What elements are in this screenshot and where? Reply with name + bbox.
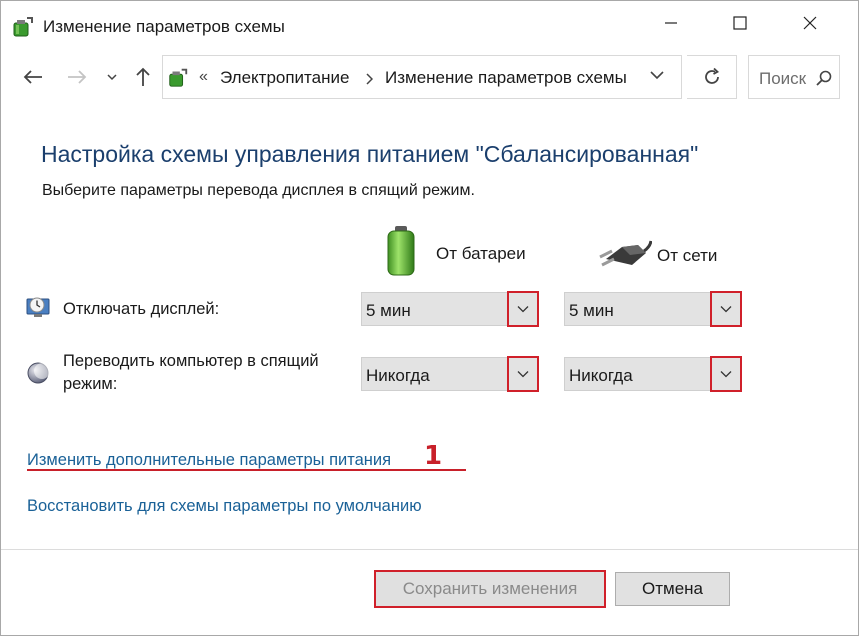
select-value: 5 мин: [569, 301, 614, 320]
select-value: Никогда: [366, 366, 430, 385]
navigation-bar: « Электропитание Изменение параметров сх…: [1, 51, 858, 103]
breadcrumb-item-edit-plan[interactable]: Изменение параметров схемы: [385, 68, 627, 88]
dropdown-button[interactable]: [507, 291, 539, 327]
window-title: Изменение параметров схемы: [43, 17, 285, 36]
power-options-icon: [13, 17, 33, 37]
chevron-down-icon: [517, 306, 529, 313]
chevron-down-icon: [107, 74, 117, 81]
search-icon: [816, 70, 832, 86]
select-value: Никогда: [569, 366, 633, 385]
footer-divider: [1, 549, 858, 550]
maximize-icon: [733, 16, 747, 30]
cancel-button[interactable]: Отмена: [615, 572, 730, 606]
power-plug-icon: [599, 240, 652, 267]
close-icon: [803, 16, 817, 30]
column-header-battery: От батареи: [436, 244, 526, 263]
advanced-settings-link[interactable]: Изменить дополнительные параметры питани…: [27, 451, 391, 470]
arrow-up-icon: [136, 67, 150, 86]
power-options-icon: [169, 68, 188, 87]
sleep-battery-select[interactable]: Никогда: [361, 356, 539, 392]
back-button[interactable]: [21, 63, 45, 91]
chevron-down-icon: [720, 371, 732, 378]
up-button[interactable]: [133, 63, 153, 91]
row-label-sleep: Переводить компьютер в спящий режим:: [63, 350, 319, 396]
recent-locations-button[interactable]: [104, 63, 120, 91]
row-label-display-off: Отключать дисплей:: [63, 300, 220, 318]
maximize-button[interactable]: [710, 1, 770, 45]
address-history-button[interactable]: [649, 68, 669, 88]
search-placeholder: Поиск: [759, 69, 807, 88]
search-box[interactable]: Поиск: [748, 55, 840, 99]
display-off-ac-select[interactable]: 5 мин: [564, 291, 742, 327]
row-label-sleep-line1: Переводить компьютер в спящий: [63, 352, 319, 370]
dropdown-button[interactable]: [507, 356, 539, 392]
moon-icon: [27, 362, 50, 384]
address-bar[interactable]: « Электропитание Изменение параметров сх…: [162, 55, 682, 99]
chevron-down-icon: [720, 306, 732, 313]
page-title: Настройка схемы управления питанием "Сба…: [41, 141, 699, 167]
save-changes-button[interactable]: Сохранить изменения: [374, 570, 606, 608]
dropdown-button[interactable]: [710, 356, 742, 392]
battery-icon: [387, 226, 415, 276]
breadcrumb-overflow[interactable]: «: [199, 68, 208, 86]
column-header-ac: От сети: [657, 246, 718, 265]
dropdown-button[interactable]: [710, 291, 742, 327]
row-label-sleep-line2: режим:: [63, 375, 118, 393]
forward-button[interactable]: [65, 63, 89, 91]
minimize-button[interactable]: [641, 1, 701, 45]
chevron-down-icon: [517, 371, 529, 378]
minimize-icon: [665, 22, 677, 24]
refresh-button[interactable]: [687, 55, 737, 99]
refresh-icon: [704, 67, 719, 84]
breadcrumb-item-power[interactable]: Электропитание: [220, 68, 349, 88]
restore-defaults-link[interactable]: Восстановить для схемы параметры по умол…: [27, 497, 422, 516]
sleep-ac-select[interactable]: Никогда: [564, 356, 742, 392]
annotation-underline: [27, 469, 466, 471]
monitor-clock-icon: [26, 297, 50, 317]
arrow-left-icon: [23, 70, 42, 84]
chevron-down-icon: [650, 71, 664, 80]
annotation-number: 1: [424, 441, 443, 471]
display-off-battery-select[interactable]: 5 мин: [361, 291, 539, 327]
power-plan-window: Изменение параметров схемы « Электропита…: [0, 0, 859, 636]
close-button[interactable]: [780, 1, 840, 45]
title-bar: Изменение параметров схемы: [1, 1, 858, 51]
page-subtitle: Выберите параметры перевода дисплея в сп…: [42, 182, 475, 199]
select-value: 5 мин: [366, 301, 411, 320]
arrow-right-icon: [68, 70, 87, 84]
chevron-right-icon[interactable]: [365, 73, 373, 85]
